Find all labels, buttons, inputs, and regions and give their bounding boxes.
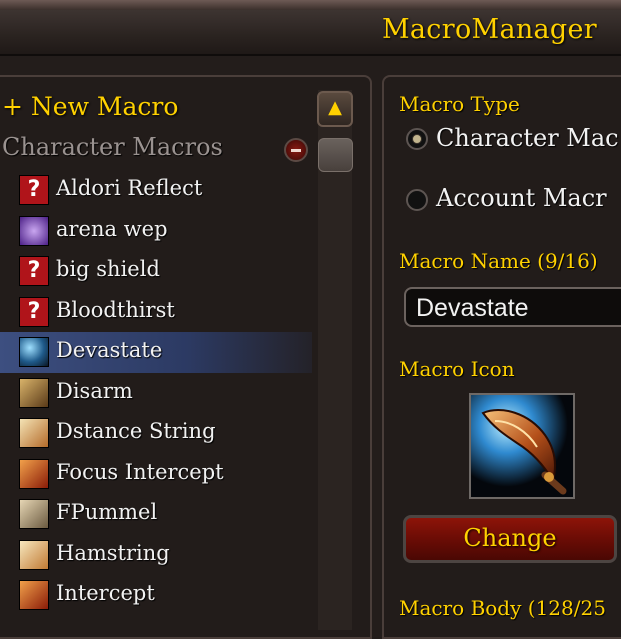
macro-icon-label: Macro Icon [399,357,515,381]
macro-label: Bloodthirst [56,297,175,322]
macro-name-field[interactable] [404,287,621,327]
up-arrow-icon: ▲ [328,97,342,118]
devastate-icon-art [471,395,573,497]
macro-list: ? Aldori Reflect arena wep ? big shield … [0,170,312,616]
macro-name-input[interactable] [416,293,616,323]
window-title: MacroManager [381,14,597,45]
intercept-icon [19,580,49,610]
title-bar[interactable]: MacroManager [0,10,621,56]
radio-character-macro-label[interactable]: Character Mac [436,124,619,152]
question-mark-icon: ? [19,296,49,327]
purple-ability-icon [19,215,49,246]
macro-label: Intercept [56,581,155,605]
list-item-devastate[interactable]: Devastate [0,332,312,373]
macro-label: Focus Intercept [56,459,224,484]
list-item-dstance-string[interactable]: Dstance String [0,413,312,454]
pummel-icon [19,499,49,529]
question-mark-icon: ? [19,175,49,205]
macro-type-label: Macro Type [399,92,520,116]
question-mark-icon: ? [19,256,49,286]
list-item-hamstring[interactable]: Hamstring [0,535,312,576]
devastate-icon [19,337,49,367]
macro-body-label: Macro Body (128/25 [399,596,606,620]
collapse-group-button[interactable] [284,138,308,162]
macro-label: big shield [56,257,160,281]
disarm-icon [19,377,49,408]
macro-label: Dstance String [56,419,216,443]
intercept-icon [19,458,49,489]
macro-label: Hamstring [56,540,170,565]
macro-label: arena wep [56,216,168,241]
list-item-big-shield[interactable]: ? big shield [0,251,312,292]
list-item-intercept[interactable]: Intercept [0,575,312,616]
list-item-bloodthirst[interactable]: ? Bloodthirst [0,292,312,333]
macro-label: FPummel [56,500,158,524]
scroll-up-button[interactable]: ▲ [317,91,353,127]
stance-icon [19,418,49,448]
list-item-aldori-reflect[interactable]: ? Aldori Reflect [0,170,312,211]
list-item-fpummel[interactable]: FPummel [0,494,312,535]
list-item-focus-intercept[interactable]: Focus Intercept [0,454,312,495]
radio-character-macro[interactable] [406,128,428,150]
macro-label: Disarm [56,378,133,403]
change-icon-button[interactable]: Change [403,515,617,563]
new-macro-button[interactable]: + New Macro [2,92,178,121]
macro-label: Aldori Reflect [56,176,203,200]
macro-label: Devastate [56,338,163,362]
list-item-disarm[interactable]: Disarm [0,373,312,414]
character-macros-header[interactable]: Character Macros [2,133,223,161]
devastate-icon [469,393,575,499]
list-item-arena-wep[interactable]: arena wep [0,211,312,252]
radio-account-macro[interactable] [406,189,428,211]
scrollbar-thumb[interactable] [318,138,353,172]
macro-name-label: Macro Name (9/16) [399,249,598,273]
hamstring-icon [19,539,49,570]
radio-account-macro-label[interactable]: Account Macr [436,184,607,212]
